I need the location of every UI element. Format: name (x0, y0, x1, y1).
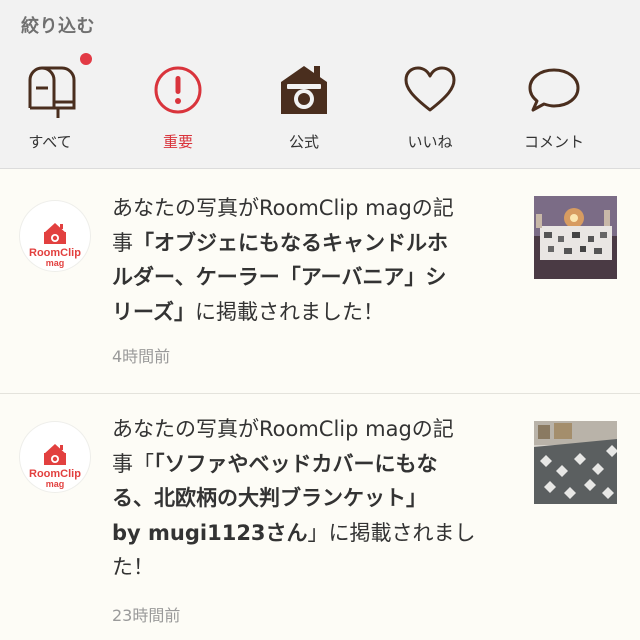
photo-thumbnail[interactable] (534, 196, 617, 279)
article-title[interactable]: 「オブジェにもなるキャンドルホ (133, 231, 448, 255)
notification-line: 事「 (112, 451, 154, 476)
notification-item[interactable]: RoomClip mag あなたの写真がRoomClip magの記 事「「ソフ… (0, 394, 640, 640)
tab-label: 重要 (162, 133, 193, 151)
notification-line: た！ (112, 555, 154, 579)
article-title[interactable]: リーズ」 (112, 300, 195, 324)
notification-line: 事 (112, 230, 133, 255)
notification-line: 」に掲載されまし (307, 520, 476, 545)
roomclip-mag-avatar: RoomClip mag (20, 201, 90, 271)
article-title[interactable]: by mugi1123さん (112, 521, 308, 545)
notification-line: に掲載されました！ (194, 299, 384, 324)
timestamp: 23時間前 (112, 606, 181, 625)
important-icon (148, 62, 208, 118)
official-camera-icon (274, 62, 334, 118)
notification-line: あなたの写真がRoomClip magの記 (112, 196, 454, 220)
tab-official[interactable]: 公式 (254, 60, 354, 160)
notification-text: あなたの写真がRoomClip magの記 事「オブジェにもなるキャンドルホ ル… (112, 191, 512, 329)
tab-label: いいね (407, 133, 453, 151)
roomclip-mag-avatar: RoomClip mag (20, 422, 90, 492)
tab-comments[interactable]: コメント (504, 60, 604, 160)
notification-text: あなたの写真がRoomClip magの記 事「「ソファやベッドカバーにもな る… (112, 412, 512, 585)
tab-all[interactable]: すべて (0, 53, 100, 160)
notification-line: あなたの写真がRoomClip magの記 (112, 417, 454, 441)
comment-icon (524, 62, 584, 118)
photo-thumbnail[interactable] (534, 421, 617, 504)
tab-label: 公式 (288, 133, 319, 151)
tab-label: コメント (523, 133, 584, 151)
svg-text:mag: mag (46, 479, 65, 489)
filter-panel: 絞り込む すべて 重要 公式 いいね コメント (0, 0, 640, 169)
article-title[interactable]: 「ソファやベッドカバーにもな (154, 452, 438, 476)
tab-label: すべて (28, 133, 72, 151)
filter-title: 絞り込む (21, 16, 95, 37)
heart-icon (400, 62, 460, 118)
timestamp: 4時間前 (112, 347, 171, 366)
new-badge (80, 53, 92, 65)
notification-item[interactable]: RoomClip mag あなたの写真がRoomClip magの記 事「オブジ… (0, 169, 640, 393)
tab-important[interactable]: 重要 (128, 60, 228, 160)
svg-text:mag: mag (46, 258, 65, 268)
article-title[interactable]: る、北欧柄の大判ブランケット」 (112, 486, 427, 510)
mailbox-icon (20, 62, 80, 118)
tab-likes[interactable]: いいね (380, 60, 480, 160)
article-title[interactable]: ルダー、ケーラー「アーバニア」シ (112, 265, 446, 289)
